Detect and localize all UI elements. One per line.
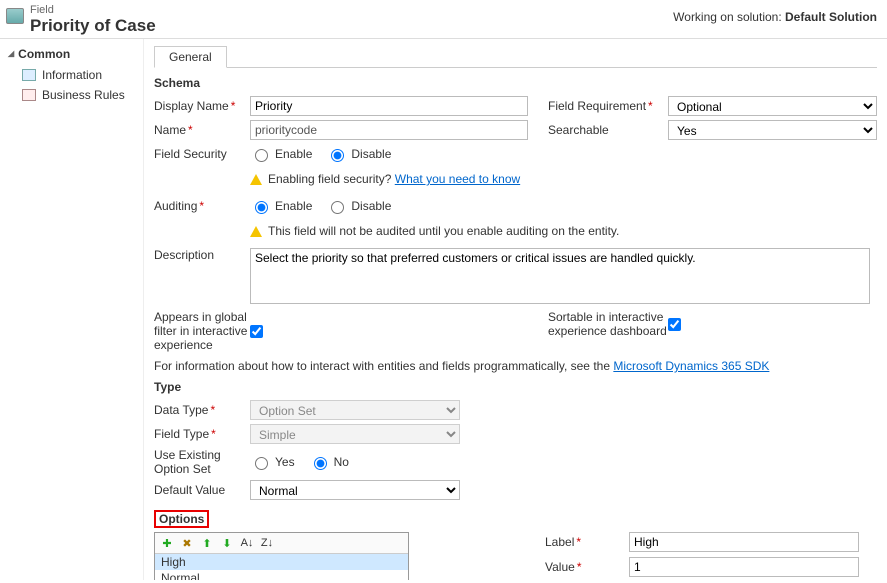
section-schema: Schema	[154, 76, 877, 90]
label-data-type: Data Type	[154, 403, 250, 417]
sidebar-item-business-rules[interactable]: Business Rules	[6, 85, 143, 105]
options-pane: ✚ ✖ ⬆ ⬇ A↓ Z↓ High Normal Low Critical	[154, 532, 409, 580]
input-display-name[interactable]	[250, 96, 528, 116]
label-field-type: Field Type	[154, 427, 250, 441]
field-security-warning: Enabling field security? What you need t…	[268, 172, 520, 186]
main-content: General Schema Display Name Field Requir…	[144, 39, 887, 580]
option-move-up-button[interactable]: ⬆	[200, 536, 214, 550]
title-bar: Field Priority of Case Working on soluti…	[0, 0, 887, 39]
sdk-info: For information about how to interact wi…	[154, 356, 877, 376]
input-option-label[interactable]	[629, 532, 859, 552]
label-global-filter: Appears in global filter in interactive …	[154, 310, 250, 352]
label-field-security: Field Security	[154, 147, 250, 161]
page-title: Priority of Case	[30, 16, 156, 36]
label-auditing: Auditing	[154, 199, 250, 213]
option-item[interactable]: High	[155, 554, 408, 570]
radio-existing-no[interactable]: No	[309, 454, 349, 470]
business-rules-icon	[22, 89, 36, 101]
select-searchable[interactable]: Yes	[668, 120, 877, 140]
option-add-button[interactable]: ✚	[160, 536, 174, 550]
tab-general[interactable]: General	[154, 46, 227, 68]
radio-fs-disable[interactable]: Disable	[326, 146, 391, 162]
section-options: Options	[154, 510, 209, 528]
radio-audit-disable[interactable]: Disable	[326, 198, 391, 214]
link-dynamics-sdk[interactable]: Microsoft Dynamics 365 SDK	[613, 359, 769, 373]
select-data-type: Option Set	[250, 400, 460, 420]
options-list[interactable]: High Normal Low Critical	[155, 554, 408, 580]
link-fs-what-you-need[interactable]: What you need to know	[395, 172, 520, 186]
option-delete-button[interactable]: ✖	[180, 536, 194, 550]
sidebar-group-common[interactable]: Common	[6, 45, 143, 65]
checkbox-sortable-dashboard[interactable]	[668, 318, 681, 331]
label-display-name: Display Name	[154, 99, 250, 113]
solution-context: Working on solution: Default Solution	[673, 10, 877, 24]
label-name: Name	[154, 123, 250, 137]
entity-type-label: Field	[30, 4, 156, 16]
radio-existing-yes[interactable]: Yes	[250, 454, 295, 470]
field-icon	[6, 8, 24, 24]
auditing-warning: This field will not be audited until you…	[268, 224, 619, 238]
input-name	[250, 120, 528, 140]
textarea-description[interactable]: Select the priority so that preferred cu…	[250, 248, 870, 304]
radio-fs-enable[interactable]: Enable	[250, 146, 312, 162]
label-description: Description	[154, 248, 250, 262]
checkbox-global-filter[interactable]	[250, 325, 263, 338]
option-sort-desc-button[interactable]: Z↓	[260, 536, 274, 550]
select-default-value[interactable]: Normal	[250, 480, 460, 500]
sidebar-item-information[interactable]: Information	[6, 65, 143, 85]
input-option-value[interactable]	[629, 557, 859, 577]
label-sortable-dashboard: Sortable in interactive experience dashb…	[548, 310, 668, 338]
select-field-type: Simple	[250, 424, 460, 444]
label-searchable: Searchable	[548, 123, 668, 137]
sidebar-nav: Common Information Business Rules	[0, 39, 144, 580]
option-move-down-button[interactable]: ⬇	[220, 536, 234, 550]
warning-icon	[250, 174, 262, 185]
option-item[interactable]: Normal	[155, 570, 408, 580]
warning-icon	[250, 226, 262, 237]
radio-audit-enable[interactable]: Enable	[250, 198, 312, 214]
section-type: Type	[154, 380, 877, 394]
label-option-label: Label	[545, 535, 629, 549]
label-default-value: Default Value	[154, 483, 250, 497]
form-icon	[22, 69, 36, 81]
label-field-requirement: Field Requirement	[548, 99, 668, 113]
label-use-existing: Use Existing Option Set	[154, 448, 250, 476]
select-field-requirement[interactable]: Optional	[668, 96, 877, 116]
option-sort-asc-button[interactable]: A↓	[240, 536, 254, 550]
label-option-value: Value	[545, 560, 629, 574]
tab-strip: General	[154, 45, 877, 68]
